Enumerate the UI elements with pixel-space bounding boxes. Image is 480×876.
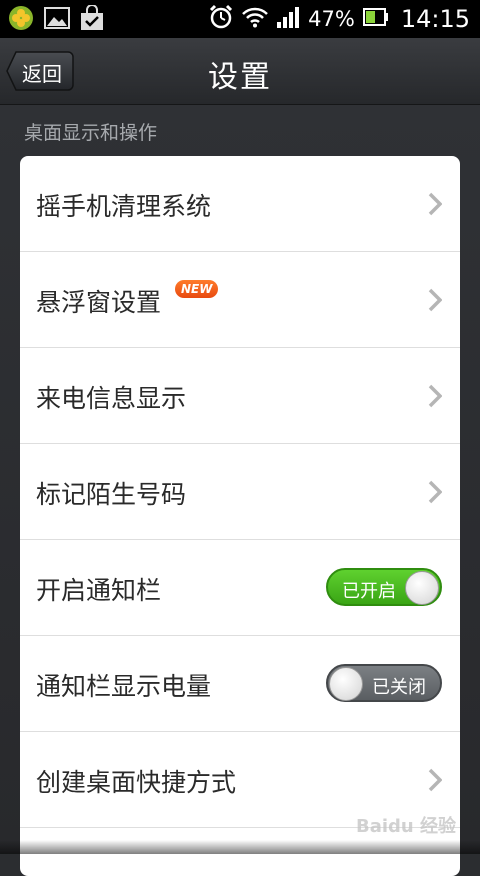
content-area: 桌面显示和操作 摇手机清理系统 悬浮窗设置 NEW 来电信息显示 标记陌生号码 [0,105,480,876]
wifi-icon [242,6,269,32]
item-label: 创建桌面快捷方式 [36,768,237,797]
chevron-right-icon [428,192,443,220]
chevron-right-icon [428,384,443,412]
new-badge: NEW [175,280,219,298]
clock-time: 14:15 [400,5,470,33]
item-label: 开启通知栏 [36,576,162,605]
item-label: 摇手机清理系统 [36,192,212,221]
item-label: 标记陌生号码 [36,480,187,509]
list-item-notification-bar: 开启通知栏 已开启 [20,540,460,636]
watermark: Baidu 经验 [355,816,456,837]
settings-card: 摇手机清理系统 悬浮窗设置 NEW 来电信息显示 标记陌生号码 开启通知栏 已开… [20,156,460,876]
signal-icon [276,6,300,32]
app-clover-icon [8,5,34,35]
status-bar: 47% 14:15 [0,0,480,38]
item-label: 来电信息显示 [36,384,187,413]
list-item-mark-stranger[interactable]: 标记陌生号码 [20,444,460,540]
chevron-right-icon [428,768,443,796]
toggle-state-label: 已开启 [342,581,396,602]
toggle-knob [329,667,363,701]
chevron-right-icon [428,288,443,316]
page-title: 设置 [208,60,272,95]
shopping-bag-icon [80,4,104,35]
section-header: 桌面显示和操作 [24,122,158,144]
notification-bar-toggle[interactable]: 已开启 [326,568,442,606]
item-label: 通知栏显示电量 [36,672,212,701]
list-item-caller-info[interactable]: 来电信息显示 [20,348,460,444]
battery-icon [362,8,389,30]
battery-percent: 47% [308,7,355,31]
battery-display-toggle[interactable]: 已关闭 [326,664,442,702]
alarm-icon [208,4,234,34]
list-item-battery-in-notification: 通知栏显示电量 已关闭 [20,636,460,732]
toggle-knob [405,571,439,605]
toggle-state-label: 已关闭 [372,677,426,698]
bottom-shadow [0,840,480,854]
list-item-shake-clean[interactable]: 摇手机清理系统 [20,156,460,252]
list-item-floating-window[interactable]: 悬浮窗设置 NEW [20,252,460,348]
image-icon [44,6,70,34]
item-label: 悬浮窗设置 [36,288,162,317]
chevron-right-icon [428,480,443,508]
title-bar: 返回 设置 [0,38,480,105]
